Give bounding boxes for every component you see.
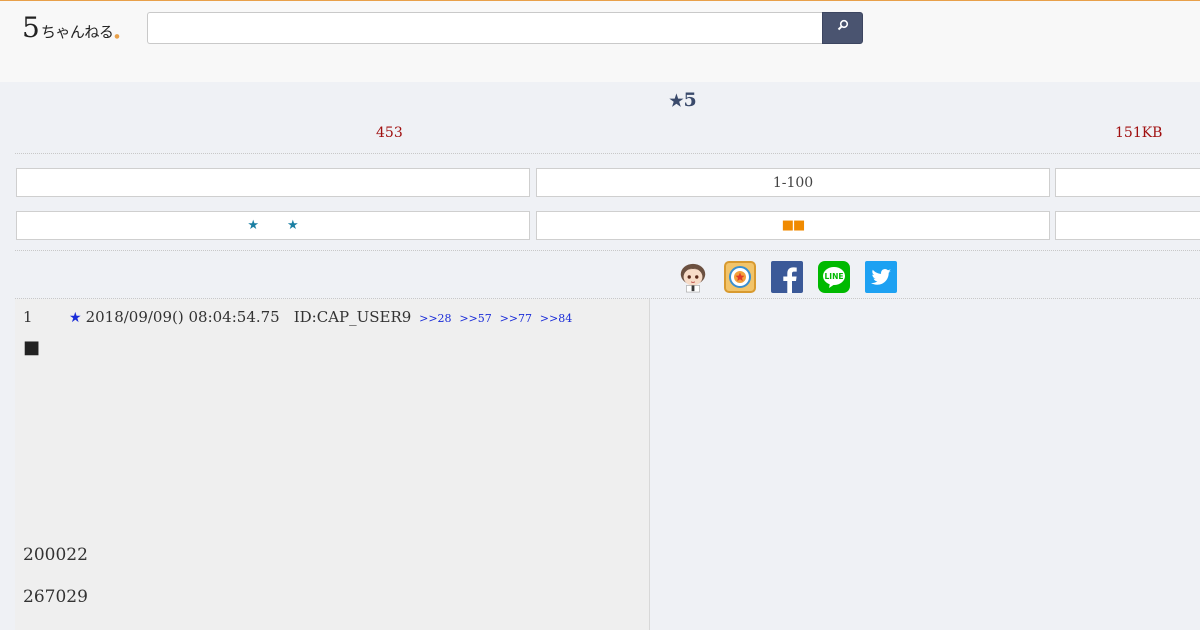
search-bar [147,12,863,44]
post-1: 1 ★ 2018/09/09() 08:04:54.75 ID:CAP_USER9 >… [15,299,650,630]
response-count: 453 [376,125,403,141]
nav-extra-button[interactable] [1055,211,1200,240]
site-logo[interactable]: 5 ちゃんねる ● [22,10,120,42]
line-icon[interactable]: LINE [818,261,850,293]
post-bullet: ■ [23,337,41,358]
reply-link[interactable]: >>84 [540,312,572,325]
star-a: ★ [247,218,259,233]
title-number: 5 [683,89,697,111]
thread-size: 151KB [1115,125,1163,141]
nav-bookmark-button[interactable]: ★ ★ [16,211,530,240]
nav-prev-button[interactable] [16,168,530,197]
post-side-area [650,299,1200,630]
divider [15,250,1200,251]
search-input[interactable] [147,12,823,44]
top-bar: 5 ちゃんねる ● [0,0,1200,82]
line-icon-text: LINE [825,272,844,281]
thread-meta: 453 151KB [15,118,1200,154]
reply-link[interactable]: >>77 [500,312,532,325]
nav-range-label: 1-100 [772,174,814,191]
share-bar: LINE [677,261,897,293]
search-button[interactable] [822,12,863,44]
nav-next-button[interactable] [1055,168,1200,197]
nav-menu-button[interactable]: ■■ [536,211,1050,240]
post-number[interactable]: 1 [23,308,69,326]
post-datetime: 2018/09/09() 08:04:54.75 [85,308,280,326]
logo-dot: ● [114,33,120,40]
search-icon [837,19,848,31]
nav-range-button[interactable]: 1-100 [536,168,1050,197]
nav-stars: ★ ★ [233,218,312,233]
app-icon[interactable] [724,261,756,293]
logo-digit: 5 [22,11,40,44]
post-star: ★ [69,310,82,326]
mascot-icon[interactable] [677,261,709,293]
title-star: ★ [669,91,684,110]
reply-link[interactable]: >>28 [419,312,451,325]
nav-squares: ■■ [781,218,806,233]
facebook-icon[interactable] [771,261,803,293]
post-header: 1 ★ 2018/09/09() 08:04:54.75 ID:CAP_USER9 >… [23,308,572,326]
thread-title: ★5 [0,89,1200,111]
post-body-line: 267029 [23,587,88,607]
logo-kana: ちゃんねる [40,23,114,41]
post-id[interactable]: ID:CAP_USER9 [294,308,412,326]
reply-link[interactable]: >>57 [459,312,491,325]
star-b: ★ [287,218,299,233]
twitter-icon[interactable] [865,261,897,293]
post-body-line: 200022 [23,545,88,565]
